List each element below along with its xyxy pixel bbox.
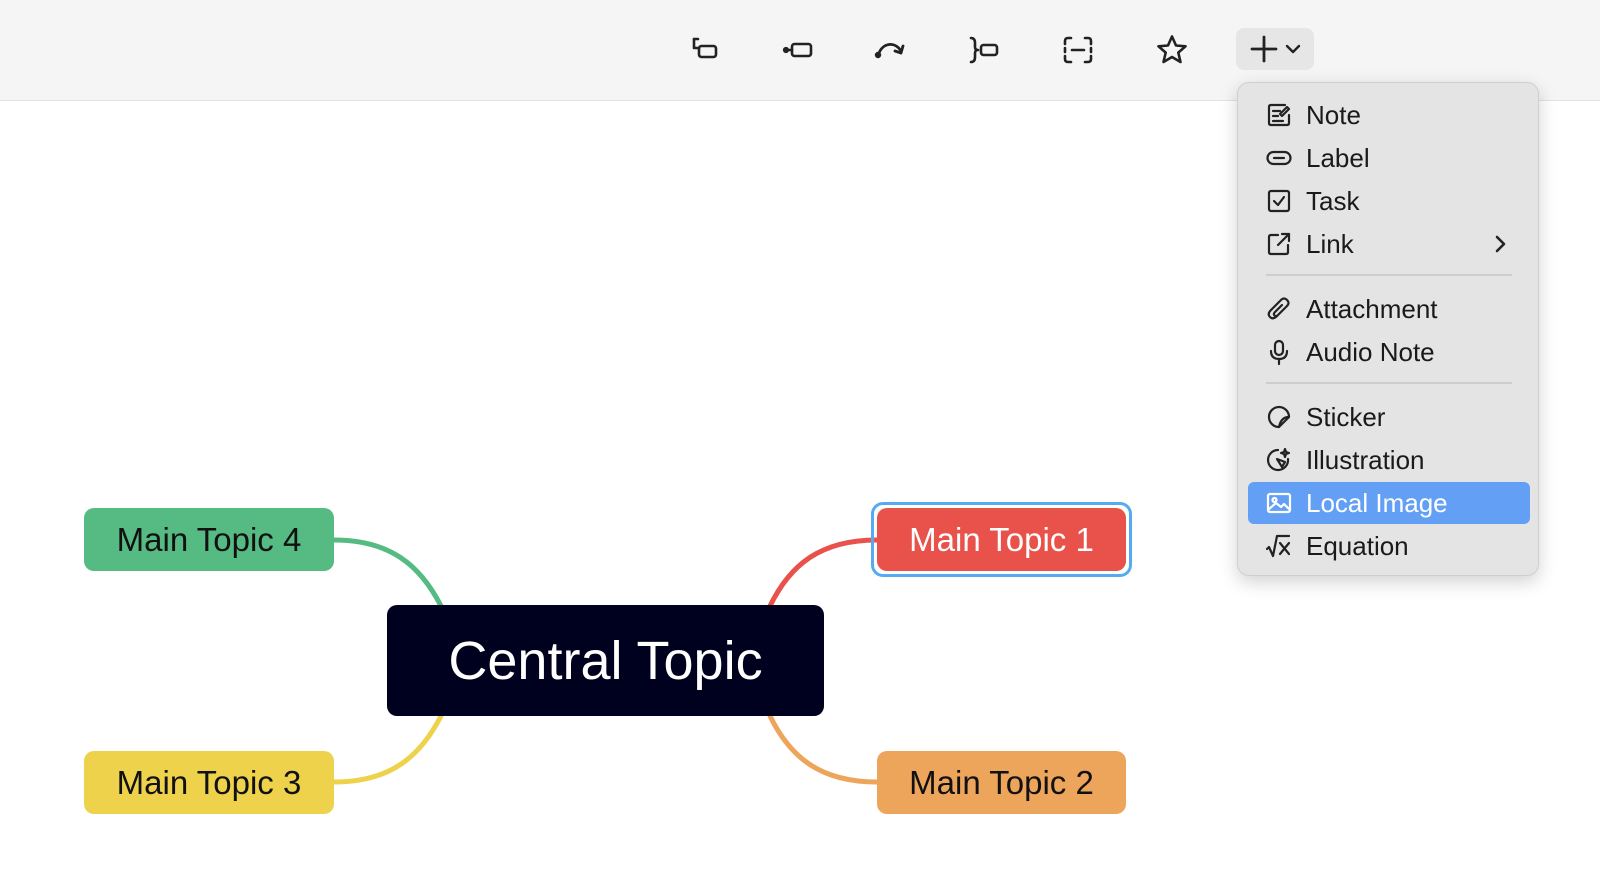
- chevron-right-icon: [1495, 235, 1506, 253]
- central-topic[interactable]: Central Topic: [387, 605, 824, 716]
- connector-topic-3: [331, 713, 444, 785]
- menu-item-local-image[interactable]: Local Image: [1248, 482, 1530, 524]
- main-topic-3-label: Main Topic 3: [116, 763, 302, 801]
- menu-item-attachment[interactable]: Attachment: [1248, 288, 1530, 330]
- topic-after-icon: [782, 42, 813, 58]
- insert-menu: Note Label Task Link Attachment Audio No…: [1237, 82, 1539, 576]
- menu-item-illustration[interactable]: Illustration: [1248, 439, 1530, 481]
- main-topic-4-label: Main Topic 4: [116, 520, 302, 558]
- boundary-icon: [1063, 36, 1093, 64]
- menu-separator: [1266, 274, 1512, 276]
- task-icon: [1267, 189, 1291, 213]
- insert-button[interactable]: [1236, 28, 1314, 70]
- marker-button[interactable]: [1150, 28, 1194, 72]
- image-icon: [1266, 492, 1292, 514]
- main-topic-1[interactable]: Main Topic 1: [877, 508, 1126, 571]
- connector-topic-1: [767, 537, 880, 609]
- menu-item-link[interactable]: Link: [1248, 223, 1530, 265]
- main-topic-3[interactable]: Main Topic 3: [84, 751, 334, 814]
- summary-button[interactable]: [962, 28, 1006, 72]
- menu-item-label: Local Image: [1306, 487, 1448, 518]
- main-topic-2-label: Main Topic 2: [909, 763, 1094, 801]
- menu-item-label: Equation: [1306, 530, 1409, 561]
- illustration-icon: [1266, 447, 1291, 472]
- chevron-down-icon: [1285, 44, 1301, 54]
- menu-separator: [1266, 382, 1512, 384]
- plus-icon: [1250, 35, 1278, 63]
- boundary-button[interactable]: [1056, 28, 1100, 72]
- menu-item-label[interactable]: Label: [1248, 137, 1530, 179]
- topic-after-button[interactable]: [776, 28, 820, 72]
- menu-item-label: Attachment: [1306, 293, 1438, 324]
- menu-item-label: Illustration: [1306, 444, 1425, 475]
- subtopic-button[interactable]: [683, 28, 727, 72]
- menu-item-note[interactable]: Note: [1248, 94, 1530, 136]
- microphone-icon: [1269, 339, 1289, 366]
- connector-topic-2: [767, 713, 880, 785]
- equation-icon: [1265, 534, 1291, 558]
- main-topic-4[interactable]: Main Topic 4: [84, 508, 334, 571]
- menu-item-audio-note[interactable]: Audio Note: [1248, 331, 1530, 373]
- connector-topic-4: [331, 537, 444, 609]
- star-icon: [1157, 35, 1187, 64]
- menu-item-label: Label: [1306, 142, 1370, 173]
- menu-item-task[interactable]: Task: [1248, 180, 1530, 222]
- menu-item-equation[interactable]: Equation: [1248, 525, 1530, 567]
- menu-item-sticker[interactable]: Sticker: [1248, 396, 1530, 438]
- sticker-icon: [1267, 405, 1291, 429]
- link-icon: [1267, 232, 1291, 256]
- menu-item-label: Audio Note: [1306, 336, 1435, 367]
- main-topic-1-label: Main Topic 1: [909, 520, 1094, 558]
- central-topic-label: Central Topic: [448, 630, 763, 691]
- menu-item-label: Link: [1306, 228, 1354, 259]
- menu-item-label: Note: [1306, 99, 1361, 130]
- summary-icon: [969, 36, 999, 64]
- main-topic-2[interactable]: Main Topic 2: [877, 751, 1126, 814]
- note-icon: [1267, 103, 1291, 127]
- menu-item-label: Task: [1306, 185, 1360, 216]
- subtopic-icon: [692, 37, 718, 59]
- relationship-icon: [874, 43, 905, 59]
- label-icon: [1266, 150, 1292, 166]
- attachment-icon: [1267, 297, 1290, 320]
- relationship-button[interactable]: [868, 28, 912, 72]
- menu-item-label: Sticker: [1306, 401, 1386, 432]
